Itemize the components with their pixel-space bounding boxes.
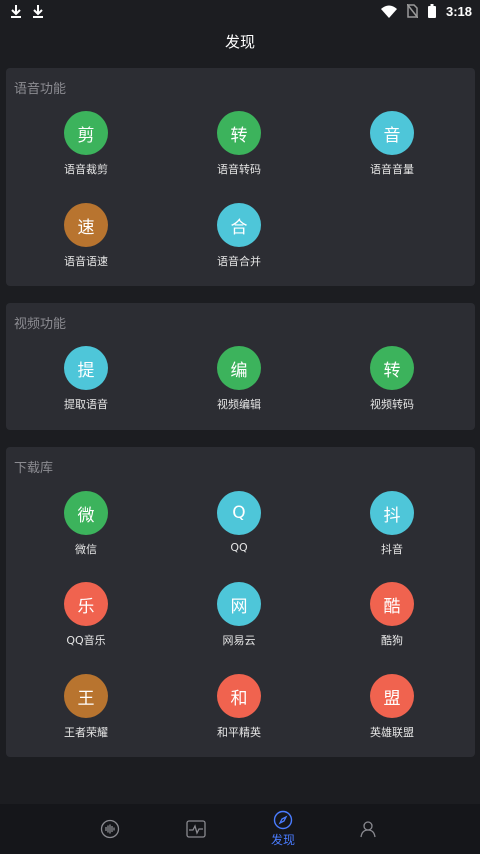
source-peace-elite[interactable]: 和 和平精英 (184, 674, 294, 740)
status-time: 3:18 (445, 3, 472, 19)
source-wechat[interactable]: 微 微信 (31, 491, 141, 557)
source-icon: 抖 (370, 491, 414, 535)
tab-profile[interactable] (338, 804, 398, 854)
feature-icon: 转 (370, 346, 414, 390)
section-title: 视频功能 (14, 317, 67, 332)
battery-icon (427, 4, 436, 18)
section-audio-features: 语音功能 剪 语音裁剪 转 语音转码 音 语音音量 速 语音语速 合 语音合并 (6, 68, 475, 286)
source-icon: 酷 (370, 582, 414, 626)
tab-label: 发现 (270, 833, 295, 847)
feature-icon: 剪 (64, 111, 108, 155)
source-kugou[interactable]: 酷 酷狗 (337, 582, 447, 648)
tab-audio[interactable] (80, 804, 140, 854)
source-icon: 盟 (370, 674, 414, 718)
section-download-library: 下载库 微 微信 Q QQ 抖 抖音 乐 QQ音乐 网 网易云 酷 酷狗 王 王… (6, 447, 475, 757)
tab-monitor[interactable] (166, 804, 226, 854)
source-netease-music[interactable]: 网 网易云 (184, 582, 294, 648)
section-title: 下载库 (14, 461, 54, 476)
source-label: 和平精英 (217, 726, 261, 739)
source-qq-music[interactable]: 乐 QQ音乐 (31, 582, 141, 648)
download-icon (11, 5, 21, 18)
source-icon: 微 (64, 491, 108, 535)
feature-audio-cut[interactable]: 剪 语音裁剪 (31, 111, 141, 177)
wifi-icon (380, 5, 397, 18)
page-header: 发现 (0, 22, 480, 60)
pulse-monitor-icon (186, 820, 206, 838)
source-label: 网易云 (222, 634, 256, 647)
feature-video-edit[interactable]: 编 视频编辑 (184, 346, 294, 412)
source-icon: 王 (64, 674, 108, 718)
source-label: QQ音乐 (66, 634, 106, 647)
status-bar: 3:18 (0, 0, 480, 22)
page-title: 发现 (224, 32, 255, 51)
feature-audio-volume[interactable]: 音 语音音量 (337, 111, 447, 177)
feature-icon: 音 (370, 111, 414, 155)
tab-discover[interactable]: 发现 (253, 804, 313, 854)
feature-icon: 转 (217, 111, 261, 155)
source-league-of-legends[interactable]: 盟 英雄联盟 (337, 674, 447, 740)
feature-label: 视频转码 (370, 398, 414, 411)
feature-label: 语音音量 (370, 163, 414, 176)
feature-label: 语音合并 (217, 255, 261, 268)
source-label: 抖音 (381, 543, 403, 556)
feature-icon: 速 (64, 203, 108, 247)
no-sim-icon (406, 4, 418, 18)
source-label: QQ (230, 541, 248, 554)
feature-video-transcode[interactable]: 转 视频转码 (337, 346, 447, 412)
feature-audio-speed[interactable]: 速 语音语速 (31, 203, 141, 269)
section-title: 语音功能 (14, 82, 67, 97)
source-qq[interactable]: Q QQ (184, 491, 294, 554)
feature-icon: 编 (217, 346, 261, 390)
source-label: 酷狗 (381, 634, 403, 647)
feature-label: 语音裁剪 (64, 163, 108, 176)
feature-icon: 合 (217, 203, 261, 247)
compass-icon (273, 810, 293, 830)
audio-wave-icon (100, 819, 120, 839)
source-label: 英雄联盟 (370, 726, 414, 739)
source-icon: 乐 (64, 582, 108, 626)
bottom-nav: 发现 (0, 804, 480, 854)
feature-label: 提取语音 (64, 398, 108, 411)
feature-icon: 提 (64, 346, 108, 390)
feature-label: 语音语速 (64, 255, 108, 268)
feature-audio-merge[interactable]: 合 语音合并 (184, 203, 294, 269)
source-douyin[interactable]: 抖 抖音 (337, 491, 447, 557)
section-video-features: 视频功能 提 提取语音 编 视频编辑 转 视频转码 (6, 303, 475, 430)
feature-audio-transcode[interactable]: 转 语音转码 (184, 111, 294, 177)
source-honor-of-kings[interactable]: 王 王者荣耀 (31, 674, 141, 740)
download-icon (33, 5, 43, 18)
user-icon (360, 821, 376, 838)
source-icon: 和 (217, 674, 261, 718)
source-label: 王者荣耀 (64, 726, 108, 739)
source-icon: Q (217, 491, 261, 535)
feature-extract-audio[interactable]: 提 提取语音 (31, 346, 141, 412)
source-label: 微信 (75, 543, 97, 556)
feature-label: 语音转码 (217, 163, 261, 176)
feature-label: 视频编辑 (217, 398, 261, 411)
source-icon: 网 (217, 582, 261, 626)
